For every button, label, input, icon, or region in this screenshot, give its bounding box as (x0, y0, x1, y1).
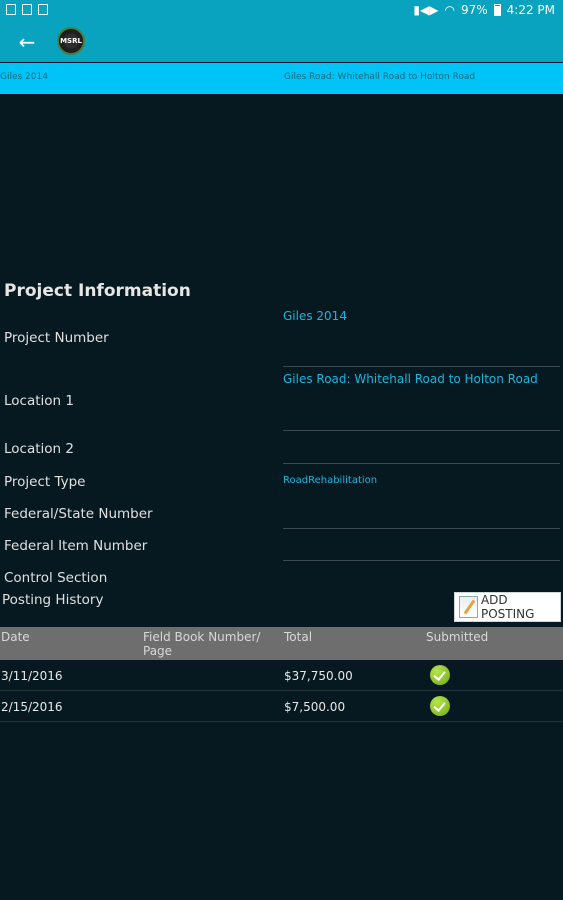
project-number-value[interactable]: Giles 2014 (283, 309, 347, 323)
battery-icon (493, 4, 501, 16)
row-total: $7,500.00 (284, 700, 346, 714)
check-icon (430, 696, 450, 716)
project-number-label: Project Number (4, 330, 109, 346)
add-posting-label: ADD POSTING (480, 593, 535, 621)
project-sub-header: Giles 2014 Giles Road: Whitehall Road to… (0, 63, 563, 94)
federal-state-number-label: Federal/State Number (4, 506, 153, 522)
project-type-label: Project Type (4, 474, 86, 490)
row-date: 3/11/2016 (1, 669, 63, 683)
federal-state-number-underline (283, 528, 560, 529)
column-total: Total (284, 630, 313, 644)
posting-table-header: Date Field Book Number/ Page Total Submi… (0, 627, 563, 660)
project-information-title: Project Information (4, 281, 191, 301)
sub-header-location: Giles Road: Whitehall Road to Holton Roa… (284, 72, 476, 82)
sub-header-project-name: Giles 2014 (0, 72, 48, 82)
location-1-underline (283, 430, 560, 431)
status-bar: ▮◀▶ ◠ 97% 4:22 PM (0, 0, 563, 22)
location-1-value[interactable]: Giles Road: Whitehall Road to Holton Roa… (283, 372, 538, 386)
federal-item-number-label: Federal Item Number (4, 538, 148, 554)
check-icon (430, 665, 450, 685)
project-number-underline (283, 366, 560, 367)
battery-percent: 97% (460, 3, 488, 17)
chat-icon (38, 4, 48, 15)
add-posting-button[interactable]: ADD POSTING (454, 592, 561, 622)
location-2-underline (283, 463, 560, 464)
project-type-value[interactable]: RoadRehabilitation (283, 475, 377, 486)
table-row[interactable]: 3/11/2016 $37,750.00 (0, 660, 563, 691)
clock: 4:22 PM (506, 3, 555, 17)
status-right: ▮◀▶ ◠ 97% 4:22 PM (413, 3, 555, 17)
back-arrow-icon[interactable]: ← (12, 27, 42, 57)
app-bar: ← MSRL (0, 22, 563, 62)
posting-history-title: Posting History (2, 592, 104, 608)
location-2-label: Location 2 (4, 441, 74, 457)
edit-note-icon (459, 596, 478, 618)
table-row[interactable]: 2/15/2016 $7,500.00 (0, 691, 563, 722)
federal-item-number-underline (283, 560, 560, 561)
wifi-icon: ◠ (444, 3, 455, 17)
row-total: $37,750.00 (284, 669, 353, 683)
gallery-icon (6, 4, 16, 15)
app-logo: MSRL (57, 27, 85, 55)
vibrate-icon: ▮◀▶ (413, 3, 439, 17)
column-field-book: Field Book Number/ Page (143, 630, 261, 658)
column-date: Date (1, 630, 30, 644)
notification-icons (6, 4, 48, 15)
document-icon (22, 4, 32, 15)
location-1-label: Location 1 (4, 393, 74, 409)
control-section-label: Control Section (4, 570, 108, 586)
column-submitted: Submitted (426, 630, 489, 644)
row-date: 2/15/2016 (1, 700, 63, 714)
